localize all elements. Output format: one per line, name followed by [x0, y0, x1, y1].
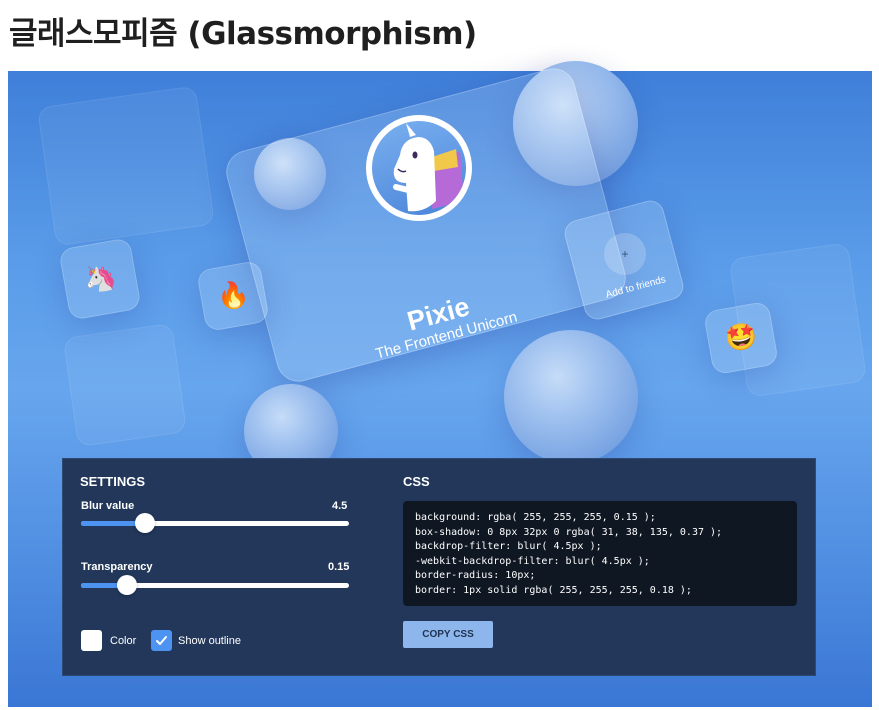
show-outline-checkbox[interactable] — [151, 630, 172, 651]
transparency-slider-label: Transparency — [81, 561, 153, 573]
sphere-decoration — [504, 330, 638, 464]
transparency-slider[interactable] — [81, 575, 349, 595]
css-code-line: border: 1px solid rgba( 255, 255, 255, 0… — [415, 584, 692, 596]
css-code-block[interactable]: background: rgba( 255, 255, 255, 0.15 );… — [403, 501, 797, 606]
emoji-tile-unicorn: 🦄 — [58, 237, 142, 321]
star-struck-emoji-icon: 🤩 — [722, 320, 760, 356]
blur-slider-label: Blur value — [81, 500, 135, 512]
css-code-line: box-shadow: 0 8px 32px 0 rgba( 31, 38, 1… — [415, 526, 723, 538]
transparency-slider-thumb[interactable] — [116, 575, 137, 595]
avatar — [366, 115, 472, 221]
blur-slider-value: 4.5 — [332, 500, 348, 512]
css-code-line: backdrop-filter: blur( 4.5px ); — [415, 541, 602, 552]
show-outline-checkbox-label: Show outline — [178, 635, 241, 647]
fire-emoji-icon: 🔥 — [214, 278, 252, 314]
css-heading: CSS — [403, 474, 430, 489]
emoji-tile-fire: 🔥 — [196, 259, 270, 333]
background-panel — [37, 85, 215, 247]
page-title: 글래스모피즘 (Glassmorphism) — [9, 16, 477, 52]
css-code-line: -webkit-backdrop-filter: blur( 4.5px ); — [415, 555, 650, 567]
copy-css-button[interactable]: COPY CSS — [403, 621, 493, 648]
unicorn-avatar-icon — [393, 123, 464, 212]
plus-icon[interactable]: + — [604, 233, 646, 275]
css-code-line: background: rgba( 255, 255, 255, 0.15 ); — [415, 512, 656, 523]
background-panel — [62, 322, 188, 448]
transparency-slider-value: 0.15 — [328, 561, 350, 573]
settings-heading: SETTINGS — [80, 474, 146, 489]
checkmark-icon — [156, 636, 167, 645]
css-code-line: border-radius: 10px; — [415, 570, 536, 581]
unicorn-emoji-icon: 🦄 — [81, 261, 119, 297]
color-checkbox-label: Color — [110, 635, 137, 647]
emoji-tile-star-struck: 🤩 — [702, 300, 780, 376]
blur-slider[interactable] — [81, 513, 349, 533]
color-checkbox[interactable] — [81, 630, 102, 651]
